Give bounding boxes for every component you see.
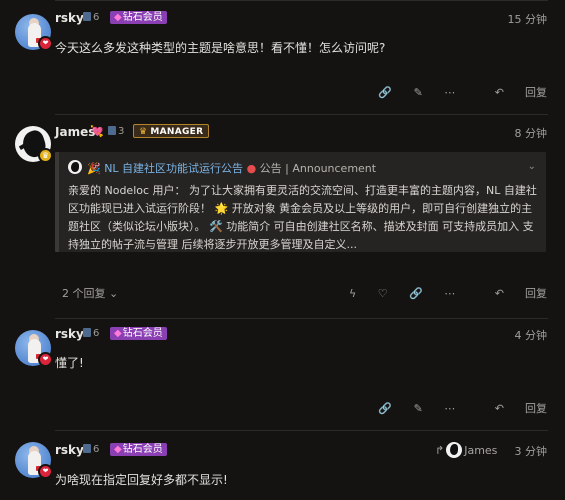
- heart-badge-icon: ❤: [38, 464, 53, 479]
- user-level: 6: [83, 12, 99, 23]
- user-level: 6: [83, 328, 99, 339]
- replies-toggle[interactable]: 2 个回复 ⌄: [62, 285, 118, 301]
- reply-icon: ↶: [494, 287, 504, 300]
- reply-button[interactable]: ↶ 回复: [477, 400, 547, 416]
- post-time[interactable]: 3 分钟: [515, 443, 548, 459]
- party-icon: 🎉: [87, 162, 101, 175]
- reply-icon: ↶: [494, 86, 504, 99]
- more-icon[interactable]: ⋯: [444, 287, 455, 300]
- reply-icon: ↶: [494, 402, 504, 415]
- crown-badge-icon: ♛: [38, 148, 53, 163]
- pencil-icon[interactable]: ✎: [414, 402, 423, 415]
- level-icon: [83, 12, 91, 21]
- user-level: 6: [83, 444, 99, 455]
- quoted-topic-excerpt: 亲爱的 Nodeloc 用户： 为了让大家拥有更灵活的交流空间、打造更丰富的主题…: [68, 184, 537, 251]
- link-icon[interactable]: 🔗: [378, 402, 392, 415]
- post-divider: [55, 114, 548, 115]
- gem-icon: ◆: [114, 444, 122, 455]
- user-level: 3: [108, 126, 124, 137]
- gem-icon: ◆: [114, 328, 122, 339]
- category-icon: ●: [246, 162, 257, 175]
- heart-badge-icon: ❤: [38, 352, 53, 367]
- post-time[interactable]: 8 分钟: [515, 125, 548, 141]
- reply-arrow-icon: ↱: [435, 444, 445, 457]
- heart-icon[interactable]: ♡: [378, 287, 388, 300]
- link-icon[interactable]: 🔗: [409, 287, 423, 300]
- category-label[interactable]: 公告 | Announcement: [260, 162, 376, 175]
- more-icon[interactable]: ⋯: [444, 402, 455, 415]
- chevron-down-icon[interactable]: ⌄: [528, 161, 536, 172]
- reply-to-indicator[interactable]: ↱ James: [435, 442, 497, 458]
- post-divider: [55, 318, 548, 319]
- topic-link[interactable]: NL 自建社区功能试运行公告: [104, 162, 243, 175]
- quoted-topic-title[interactable]: 🎉 NL 自建社区功能试运行公告 ● 公告 | Announcement: [87, 160, 376, 176]
- post-username[interactable]: rsky: [55, 443, 84, 457]
- quoted-topic-card[interactable]: 🎉 NL 自建社区功能试运行公告 ● 公告 | Announcement ⌄ 亲…: [55, 152, 546, 252]
- vip-badge: ◆钻石会员: [110, 443, 167, 456]
- level-icon: [83, 328, 91, 337]
- heart-icon: 💘: [90, 125, 104, 138]
- avatar: [446, 442, 463, 458]
- post-actions: 🔗 ✎ ⋯ ↶ 回复: [360, 84, 547, 100]
- post-username[interactable]: rsky: [55, 327, 84, 341]
- flash-icon[interactable]: ϟ: [349, 287, 356, 300]
- post-actions: ϟ ♡ 🔗 ⋯ ↶ 回复: [331, 285, 547, 301]
- reply-button[interactable]: ↶ 回复: [477, 285, 547, 301]
- post-content: 为啥现在指定回复好多都不显示!: [55, 473, 228, 487]
- post-content: 今天这么多发这种类型的主题是啥意思！看不懂！怎么访问呢?: [55, 41, 386, 55]
- post-divider: [55, 0, 548, 1]
- manager-badge: ♛ MANAGER: [133, 124, 210, 138]
- level-icon: [108, 126, 116, 135]
- post-divider: [55, 430, 548, 431]
- avatar: [68, 160, 82, 174]
- heart-badge-icon: ❤: [38, 36, 53, 51]
- vip-badge: ◆钻石会员: [110, 327, 167, 340]
- post-time[interactable]: 15 分钟: [508, 11, 548, 27]
- link-icon[interactable]: 🔗: [378, 86, 392, 99]
- level-icon: [83, 444, 91, 453]
- crown-icon: ♛: [139, 127, 148, 137]
- post-actions: 🔗 ✎ ⋯ ↶ 回复: [360, 400, 547, 416]
- post-content: 懂了!: [55, 356, 84, 370]
- post-username[interactable]: rsky: [55, 11, 84, 25]
- post-time[interactable]: 4 分钟: [515, 327, 548, 343]
- pencil-icon[interactable]: ✎: [414, 86, 423, 99]
- vip-badge: ◆钻石会员: [110, 11, 167, 24]
- reply-button[interactable]: ↶ 回复: [477, 84, 547, 100]
- more-icon[interactable]: ⋯: [444, 86, 455, 99]
- gem-icon: ◆: [114, 12, 122, 23]
